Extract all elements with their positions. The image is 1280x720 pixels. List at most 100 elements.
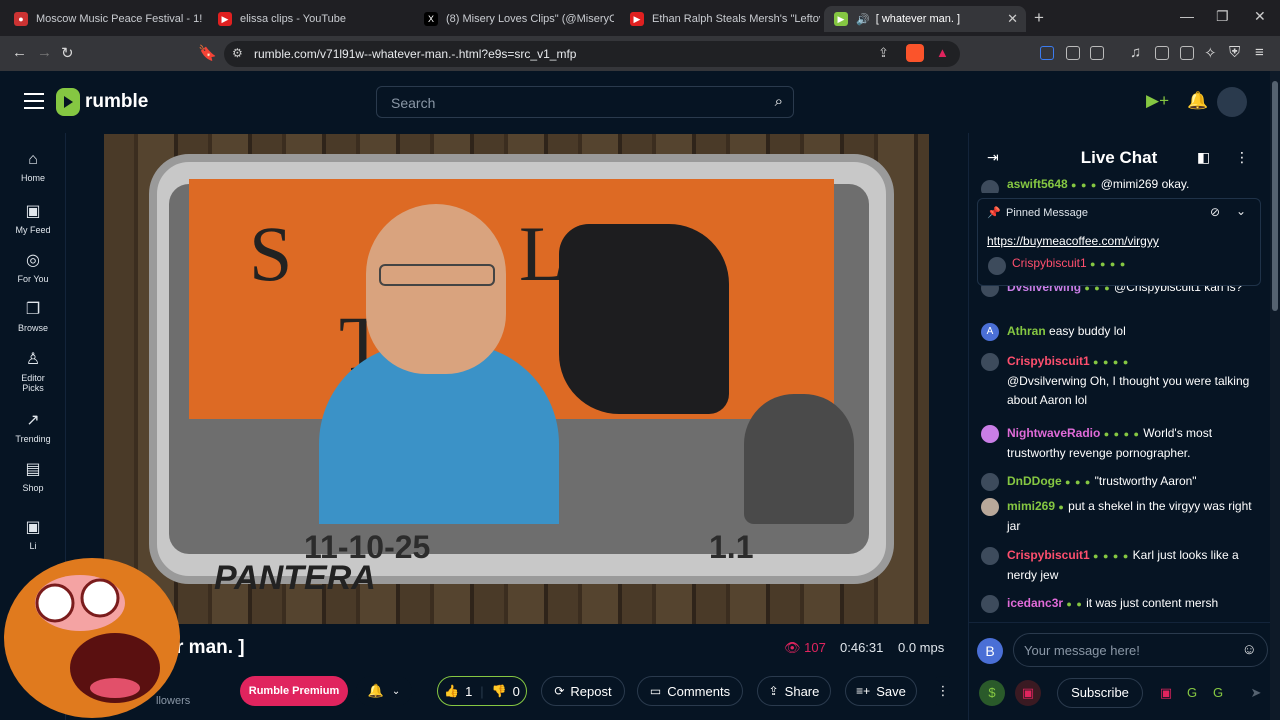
chat-username[interactable]: DnDDoge <box>1007 474 1062 488</box>
user-avatar <box>981 353 999 371</box>
thumbs-down-icon: 👎 <box>491 684 507 698</box>
brave-rewards-icon[interactable]: ▲ <box>936 45 949 60</box>
bookmark-icon[interactable]: 🔖 <box>198 44 217 62</box>
search-icon[interactable]: ⌕ <box>775 93 783 110</box>
user-badges: ● ● ● ● <box>1103 429 1140 439</box>
menu-icon[interactable]: ≡ <box>1255 44 1264 61</box>
share-button[interactable]: ⇪ Share <box>757 676 831 706</box>
pinned-user[interactable]: Crispybiscuit1 ● ● ● ● <box>1012 256 1126 270</box>
sidebar-item-my-feed[interactable]: ▣ My Feed <box>0 201 66 235</box>
tip-dollar-icon[interactable]: $ <box>979 680 1005 706</box>
more-options-button[interactable]: ⋮ <box>928 676 958 706</box>
sidebar-item-browse[interactable]: ❐ Browse <box>0 299 66 333</box>
pinned-link[interactable]: https://buymeacoffee.com/virgyy <box>987 234 1159 248</box>
user-avatar <box>981 425 999 443</box>
sign-letter: S <box>249 210 293 297</box>
badge-icon[interactable]: ▣ <box>1153 680 1179 706</box>
tab-4[interactable]: ▶ Ethan Ralph Steals Mersh's "Leftover <box>620 6 820 32</box>
wallet-icon[interactable] <box>1090 46 1104 60</box>
rumble-logo[interactable]: rumble <box>56 88 148 116</box>
like-button[interactable]: 👍 1 <box>444 684 472 699</box>
site-info-icon[interactable]: ⚙ <box>232 46 243 60</box>
tab-1[interactable]: ● Moscow Music Peace Festival - 1! <box>4 6 204 32</box>
chat-username[interactable]: Crispybiscuit1 <box>1007 548 1090 562</box>
emote-g-icon[interactable]: G <box>1179 680 1205 706</box>
sidebar-item-label: My Feed <box>15 225 51 235</box>
comments-label: Comments <box>667 683 731 699</box>
user-avatar[interactable] <box>1217 87 1247 117</box>
chat-message: mimi269 ● put a shekel in the virgyy was… <box>981 497 1256 536</box>
subscribe-button[interactable]: Subscribe <box>1057 678 1143 708</box>
user-badges: ● ● ● <box>1065 477 1092 487</box>
chat-username[interactable]: icedanc3r <box>1007 596 1063 610</box>
chat-menu-icon[interactable]: ⋮ <box>1235 149 1249 166</box>
new-tab-icon[interactable]: + <box>1034 8 1044 28</box>
maximize-icon[interactable]: ❐ <box>1216 8 1229 25</box>
leo-icon[interactable]: ✧ <box>1204 44 1217 62</box>
go-live-icon[interactable]: ▶+ <box>1146 91 1169 111</box>
wallet2-icon[interactable] <box>1180 46 1194 60</box>
sidebar-item-label: Trending <box>15 434 51 444</box>
tab-2[interactable]: ▶ elissa clips - YouTube <box>208 6 408 32</box>
notifications-bell-icon[interactable]: 🔔 <box>1187 91 1208 111</box>
chat-message-input[interactable]: Your message here! ☺ <box>1013 633 1268 667</box>
emoji-icon[interactable]: ☺ <box>1242 641 1257 658</box>
sidebar-toggle-icon[interactable] <box>1155 46 1169 60</box>
chevron-down-icon[interactable]: ⌄ <box>1236 204 1246 218</box>
notification-toggle-button[interactable]: 🔔 ⌄ <box>356 676 412 706</box>
forward-icon[interactable]: → <box>37 44 52 61</box>
browse-icon: ❐ <box>25 301 41 318</box>
search-input[interactable]: Search ⌕ <box>376 86 794 118</box>
emote-g2-icon[interactable]: G <box>1205 680 1231 706</box>
rumble-premium-button[interactable]: Rumble Premium <box>240 676 348 706</box>
gift-icon[interactable]: ▣ <box>1015 680 1041 706</box>
chat-username[interactable]: Crispybiscuit1 <box>1007 354 1090 368</box>
sidebar-item-editor-picks[interactable]: ♙ Editor Picks <box>0 349 66 393</box>
share-page-icon[interactable]: ⇪ <box>878 45 889 61</box>
scrollbar-thumb[interactable] <box>1272 81 1278 311</box>
browser-toolbar: ← → ↻ 🔖 ⚙ rumble.com/v71l91w--whatever-m… <box>0 36 1280 71</box>
tab-active[interactable]: ▶ 🔊 [ whatever man. ] ✕ <box>824 6 1026 32</box>
sidebar-item-for-you[interactable]: ◎ For You <box>0 250 66 284</box>
dislike-button[interactable]: 👎 0 <box>492 684 520 699</box>
chat-username[interactable]: mimi269 <box>1007 499 1055 513</box>
reload-icon[interactable]: ↻ <box>61 44 74 62</box>
chat-text: @mimi269 okay. <box>1100 179 1190 191</box>
page-scrollbar[interactable] <box>1270 71 1280 720</box>
send-icon[interactable]: ➤ <box>1243 680 1269 706</box>
tab-3[interactable]: X (8) Misery Loves Clips" (@MiseryClip <box>414 6 614 32</box>
window-close-icon[interactable]: ✕ <box>1254 8 1266 25</box>
media-icon[interactable]: ♫ <box>1130 44 1141 61</box>
chat-message: aswift5648 ● ● ● @mimi269 okay. <box>981 179 1256 193</box>
vpn-icon[interactable]: ⛨ <box>1229 44 1240 61</box>
speaker-icon: 🔊 <box>856 13 870 26</box>
chat-username[interactable]: aswift5648 <box>1007 179 1068 191</box>
brave-shield-icon[interactable] <box>906 44 924 62</box>
address-bar[interactable]: ⚙ rumble.com/v71l91w--whatever-man.-.htm… <box>224 41 960 67</box>
hamburger-menu-icon[interactable] <box>24 93 44 114</box>
popout-chat-icon[interactable]: ◧ <box>1197 149 1210 166</box>
home-icon: ⌂ <box>28 151 38 168</box>
chat-username[interactable]: NightwaveRadio <box>1007 426 1100 440</box>
for-you-icon: ◎ <box>26 252 40 269</box>
puzzle-icon[interactable] <box>1066 46 1080 60</box>
sidebar-item-home[interactable]: ⌂ Home <box>0 151 66 183</box>
sidebar-item-shop[interactable]: ▤ Shop <box>0 459 66 493</box>
pin-icon: 📌 <box>987 207 1001 219</box>
chat-username[interactable]: Athran <box>1007 324 1046 338</box>
extension-icon[interactable] <box>1040 46 1054 60</box>
premium-label: Rumble Premium <box>248 685 340 697</box>
chat-message: NightwaveRadio ● ● ● ● World's most trus… <box>981 424 1256 463</box>
back-icon[interactable]: ← <box>12 44 27 61</box>
save-button[interactable]: ≡+ Save <box>845 676 917 706</box>
comments-button[interactable]: ▭ Comments <box>637 676 743 706</box>
chat-text: "trustworthy Aaron" <box>1094 474 1197 488</box>
minimize-icon[interactable]: — <box>1180 8 1194 24</box>
hide-pinned-icon[interactable]: ⊘ <box>1210 205 1220 219</box>
close-tab-icon[interactable]: ✕ <box>1007 11 1018 27</box>
video-player[interactable]: S T L 11-10-25 1.1 PANTERA <box>104 134 929 624</box>
tab-title: [ whatever man. ] <box>875 13 961 25</box>
repost-button[interactable]: ⟳ Repost <box>541 676 625 706</box>
user-avatar <box>981 180 999 193</box>
sidebar-item-trending[interactable]: ↗ Trending <box>0 410 66 444</box>
